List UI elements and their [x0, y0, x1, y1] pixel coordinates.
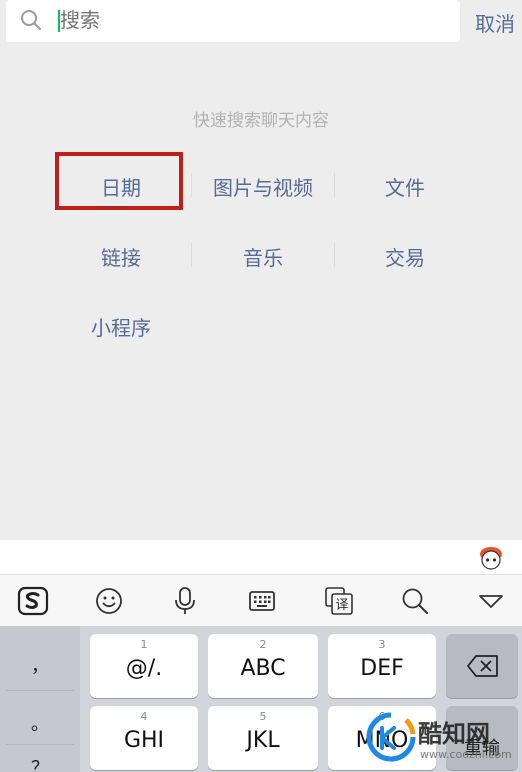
key-label: @/.: [125, 656, 163, 681]
key-number: 5: [259, 710, 267, 723]
key-label: GHI: [123, 728, 165, 753]
watermark: 酷知网 www.coozhi.com: [358, 706, 522, 772]
keyboard-icon[interactable]: [245, 585, 279, 617]
cancel-button[interactable]: 取消: [475, 8, 515, 37]
punctuation-column: [0, 626, 80, 772]
key-4[interactable]: 4 GHI: [90, 706, 198, 770]
category-transactions[interactable]: 交易: [334, 242, 476, 271]
key-label: DEF: [360, 656, 404, 681]
key-number: 4: [140, 710, 148, 723]
microphone-icon[interactable]: [168, 585, 202, 617]
key-1[interactable]: 1 @/.: [90, 634, 198, 698]
punctuation-question-key[interactable]: ？: [0, 754, 80, 772]
quick-search-title: 快速搜索聊天内容: [193, 111, 329, 131]
translate-icon[interactable]: 译: [322, 585, 356, 617]
key-label: JKL: [246, 728, 280, 753]
search-box[interactable]: [6, 0, 460, 42]
key-label: ABC: [240, 656, 286, 681]
key-number: 1: [140, 638, 148, 651]
search-input[interactable]: [60, 8, 440, 32]
watermark-text: 酷知网: [418, 720, 490, 748]
emoji-icon[interactable]: [92, 585, 126, 617]
category-music[interactable]: 音乐: [192, 242, 334, 271]
search-icon: [21, 10, 41, 30]
candidate-bar: [0, 540, 522, 574]
key-number: 2: [259, 638, 267, 651]
category-mini-programs[interactable]: 小程序: [50, 312, 192, 341]
collapse-icon[interactable]: [474, 585, 508, 617]
key-3[interactable]: 3 DEF: [328, 634, 436, 698]
ime-assistant-icon[interactable]: [478, 545, 504, 571]
punctuation-divider: [6, 690, 74, 691]
sogou-logo-icon[interactable]: [16, 585, 50, 617]
key-number: 3: [378, 638, 386, 651]
backspace-icon: [467, 655, 498, 677]
punctuation-comma-key[interactable]: ，: [0, 652, 80, 678]
punctuation-period-key[interactable]: 。: [0, 710, 80, 736]
search-icon[interactable]: [398, 585, 432, 617]
category-links[interactable]: 链接: [50, 242, 192, 271]
highlight-box: [55, 152, 183, 210]
delete-button[interactable]: [446, 634, 518, 698]
keyboard-toolbar: 译: [0, 574, 522, 626]
translate-glyph: 译: [335, 598, 348, 613]
punctuation-divider: [6, 744, 74, 745]
watermark-url: www.coozhi.com: [420, 748, 512, 761]
key-5[interactable]: 5 JKL: [208, 706, 318, 770]
watermark-logo-icon: [366, 712, 416, 762]
category-images-videos[interactable]: 图片与视频: [192, 172, 334, 201]
category-files[interactable]: 文件: [334, 172, 476, 201]
key-2[interactable]: 2 ABC: [208, 634, 318, 698]
